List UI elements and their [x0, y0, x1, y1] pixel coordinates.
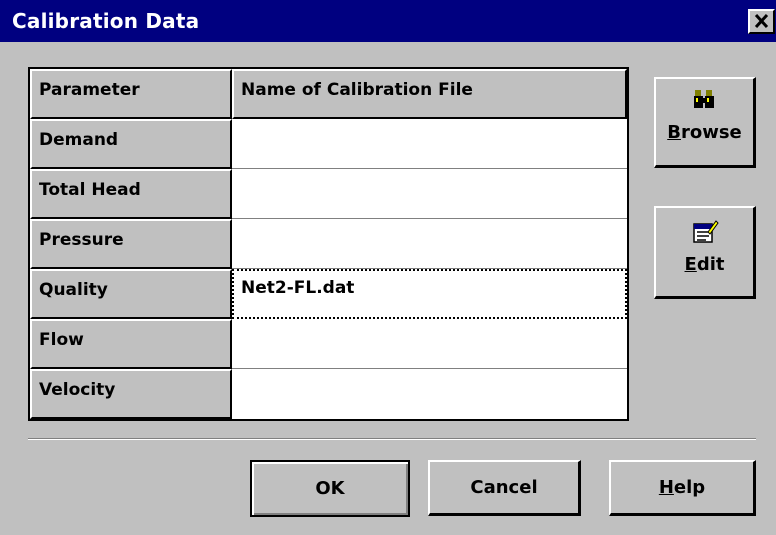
help-button[interactable]: Help	[609, 460, 756, 516]
cancel-button[interactable]: Cancel	[428, 460, 581, 516]
row-label-quality: Quality	[30, 269, 232, 319]
calibration-grid: Parameter Name of Calibration File Deman…	[28, 67, 629, 421]
row-label-velocity: Velocity	[30, 369, 232, 419]
browse-button[interactable]: Browse	[654, 77, 756, 168]
file-cell-velocity[interactable]	[232, 369, 627, 419]
file-cell-flow[interactable]	[232, 319, 627, 368]
window-title: Calibration Data	[12, 9, 200, 33]
edit-button[interactable]: Edit	[654, 206, 756, 299]
row-label-pressure: Pressure	[30, 219, 232, 269]
header-calibration-file: Name of Calibration File	[232, 69, 627, 119]
close-button[interactable]	[748, 9, 775, 34]
file-cell-pressure[interactable]	[232, 219, 627, 268]
row-label-total-head: Total Head	[30, 169, 232, 219]
header-parameter: Parameter	[30, 69, 232, 119]
file-cell-quality[interactable]: Net2-FL.dat	[232, 269, 627, 319]
file-cell-demand[interactable]	[232, 119, 627, 168]
separator-line	[28, 438, 756, 440]
title-bar[interactable]: Calibration Data	[0, 0, 776, 42]
calibration-dialog: Calibration Data Parameter Name of Calib…	[0, 0, 776, 535]
binoculars-icon	[693, 90, 714, 108]
notepad-edit-icon	[692, 220, 719, 243]
ok-button[interactable]: OK	[250, 460, 410, 517]
file-cell-total-head[interactable]	[232, 169, 627, 218]
row-label-demand: Demand	[30, 119, 232, 169]
close-icon	[754, 13, 769, 29]
row-label-flow: Flow	[30, 319, 232, 369]
